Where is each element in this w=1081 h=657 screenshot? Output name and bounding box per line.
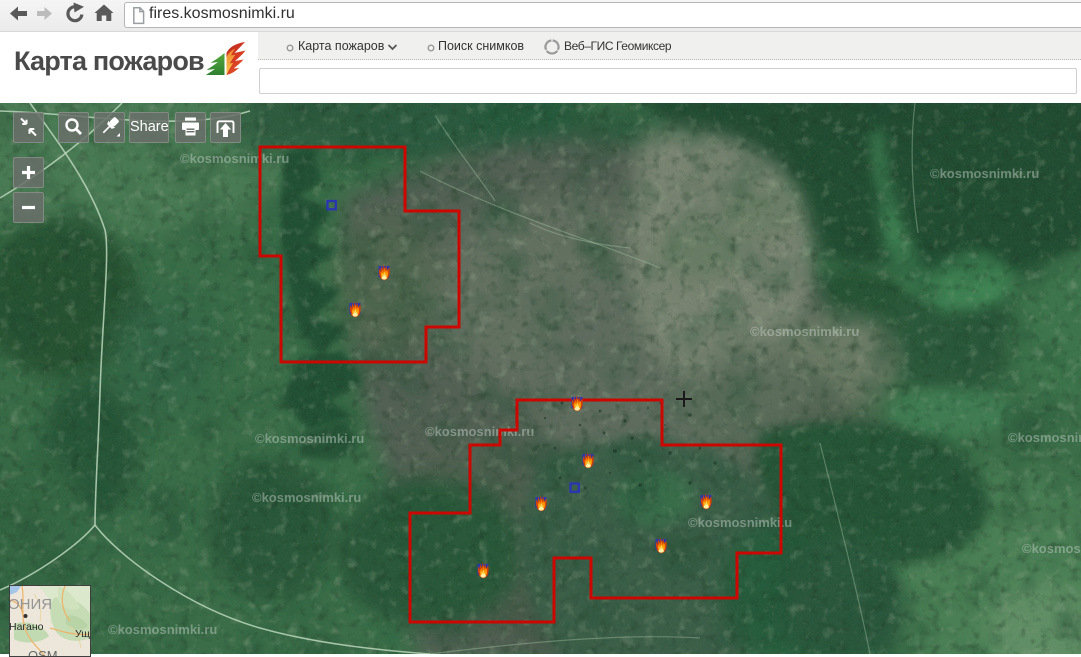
svg-text:©kosmosnimki.ru: ©kosmosnimki.ru bbox=[180, 151, 289, 166]
svg-text:©kosmosnimki.ru: ©kosmosnimki.ru bbox=[252, 490, 361, 505]
svg-text:©kosmosnimki.u: ©kosmosnimki.u bbox=[688, 515, 792, 530]
svg-text:©kosmosnimki.ru: ©kosmosnimki.ru bbox=[108, 622, 217, 637]
svg-text:©kosmosn: ©kosmosn bbox=[1022, 541, 1081, 556]
svg-text:©kosmosnimk: ©kosmosnimk bbox=[1008, 430, 1081, 445]
svg-text:Ущ: Ущ bbox=[75, 628, 90, 640]
svg-text:ОНИЯ: ОНИЯ bbox=[10, 596, 52, 613]
svg-text:©kosmosnimki.ru: ©kosmosnimki.ru bbox=[750, 324, 859, 339]
svg-text:OSM: OSM bbox=[28, 648, 58, 656]
svg-text:Нагано: Нагано bbox=[10, 621, 44, 633]
svg-text:©kosmosnimki.ru: ©kosmosnimki.ru bbox=[930, 166, 1039, 181]
svg-text:©kosmosnimki.ru: ©kosmosnimki.ru bbox=[255, 431, 364, 446]
